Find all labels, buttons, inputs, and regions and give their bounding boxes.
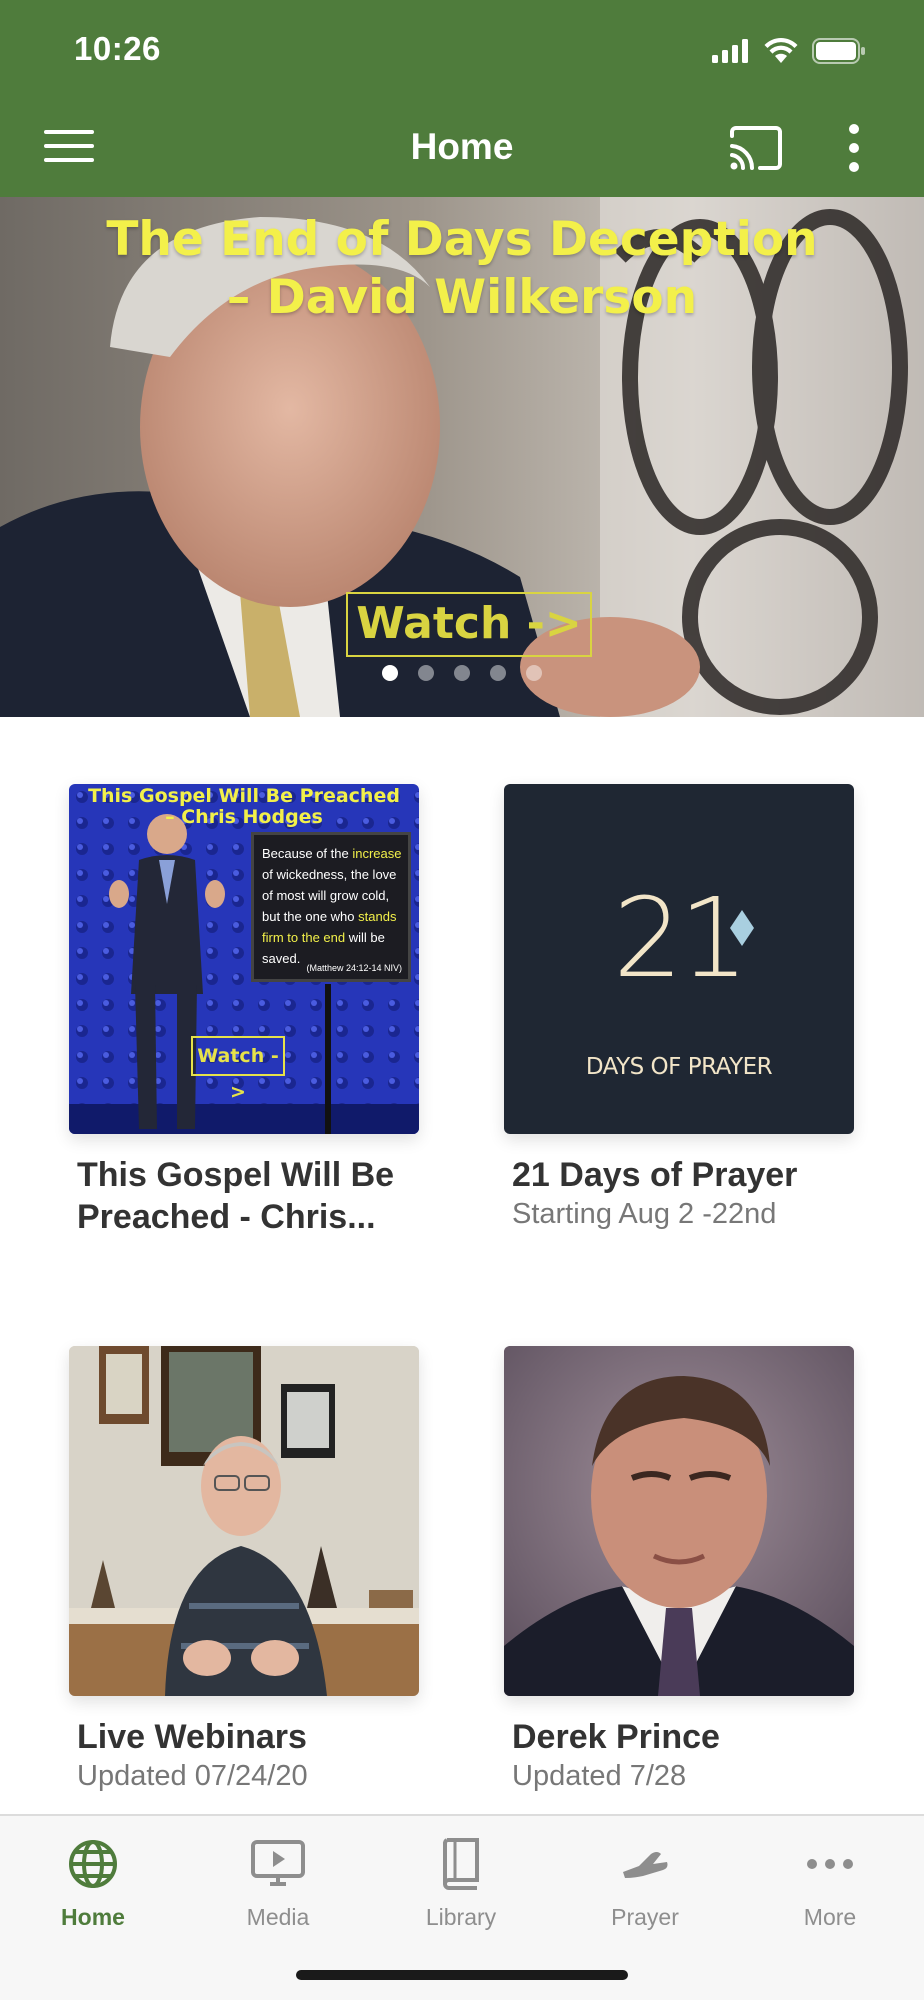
- portrait-photo: [504, 1346, 854, 1696]
- card-title: 21 Days of Prayer: [512, 1156, 798, 1194]
- tab-label: More: [803, 1904, 857, 1930]
- scripture-text-part: Because of the: [262, 846, 353, 861]
- carousel-dot[interactable]: [382, 665, 398, 681]
- card-thumbnail: [69, 1346, 419, 1696]
- scripture-reference: (Matthew 24:12-14 NIV): [306, 963, 402, 973]
- status-icons: [712, 38, 866, 64]
- hero-title: The End of Days Deception – David Wilker…: [0, 211, 924, 327]
- prayer-label: DAYS OF PRAYER: [585, 1054, 773, 1080]
- status-time: 10:26: [74, 30, 161, 67]
- hero-title-line1: The End of Days Deception: [106, 212, 818, 267]
- hero-title-line2: – David Wilkerson: [226, 270, 698, 325]
- card-title: Live Webinars: [77, 1718, 307, 1756]
- tab-media[interactable]: Media: [208, 1838, 348, 1931]
- card-thumbnail: This Gospel Will Be Preached – Chris Hod…: [69, 784, 419, 1134]
- wifi-icon: [764, 38, 798, 63]
- thumb-heading: This Gospel Will Be Preached – Chris Hod…: [69, 786, 419, 828]
- card-title: This Gospel Will Be Preached - Chris...: [77, 1156, 395, 1236]
- diamond-accent-icon: [730, 910, 754, 946]
- praying-hands-icon: [623, 1852, 668, 1878]
- card-live-webinars[interactable]: Live Webinars Updated 07/24/20: [69, 1346, 419, 1794]
- webinar-photo: [69, 1346, 419, 1696]
- page-title: Home: [410, 126, 514, 167]
- card-thumbnail: [504, 1346, 854, 1696]
- tab-label: Prayer: [611, 1904, 679, 1930]
- scripture-highlight: increase: [352, 846, 402, 861]
- overflow-menu-icon[interactable]: [840, 122, 868, 174]
- home-indicator[interactable]: [296, 1970, 628, 1980]
- app-header: 10:26 Home: [0, 0, 924, 197]
- hero-watch-button[interactable]: Watch ->: [346, 592, 592, 657]
- carousel-dot[interactable]: [418, 665, 434, 681]
- tab-label: Home: [61, 1904, 125, 1930]
- thumb-heading-line1: This Gospel Will Be Preached: [88, 785, 400, 807]
- card-subtitle: Updated 07/24/20: [77, 1760, 308, 1792]
- carousel-dot[interactable]: [454, 665, 470, 681]
- cast-icon[interactable]: [728, 126, 784, 170]
- tv-play-icon: [251, 1840, 305, 1886]
- scripture-board: Because of the increase of wickedness, t…: [251, 832, 411, 982]
- carousel-dot[interactable]: [490, 665, 506, 681]
- tab-label: Media: [246, 1904, 310, 1930]
- thumb-heading-line2: – Chris Hodges: [165, 806, 323, 828]
- scripture-text: Because of the increase of wickedness, t…: [262, 843, 402, 969]
- card-21-days-prayer[interactable]: 21 DAYS OF PRAYER 21 Days of Prayer Star…: [504, 784, 854, 1232]
- tab-library[interactable]: Library: [391, 1838, 531, 1931]
- card-thumbnail: 21 DAYS OF PRAYER: [504, 784, 854, 1134]
- card-gospel-preached[interactable]: This Gospel Will Be Preached – Chris Hod…: [69, 784, 419, 1238]
- card-subtitle: Updated 7/28: [512, 1760, 687, 1792]
- card-title: Derek Prince: [512, 1718, 720, 1756]
- tab-prayer[interactable]: Prayer: [575, 1838, 715, 1931]
- carousel-pagination: [0, 665, 924, 681]
- tab-more[interactable]: More: [760, 1838, 900, 1931]
- more-horizontal-icon: [807, 1859, 853, 1869]
- thumb-watch-label: Watch ->: [191, 1036, 285, 1103]
- globe-icon: [69, 1840, 117, 1888]
- carousel-dot[interactable]: [526, 665, 542, 681]
- card-subtitle: Starting Aug 2 -22nd: [512, 1198, 777, 1230]
- prayer-number: 21: [613, 874, 749, 1002]
- battery-icon: [812, 38, 865, 64]
- book-icon: [442, 1838, 479, 1890]
- cellular-signal-icon: [712, 39, 748, 63]
- card-derek-prince[interactable]: Derek Prince Updated 7/28: [504, 1346, 854, 1794]
- tab-home[interactable]: Home: [23, 1838, 163, 1931]
- hero-carousel[interactable]: The End of Days Deception – David Wilker…: [0, 197, 924, 717]
- tab-label: Library: [425, 1904, 497, 1930]
